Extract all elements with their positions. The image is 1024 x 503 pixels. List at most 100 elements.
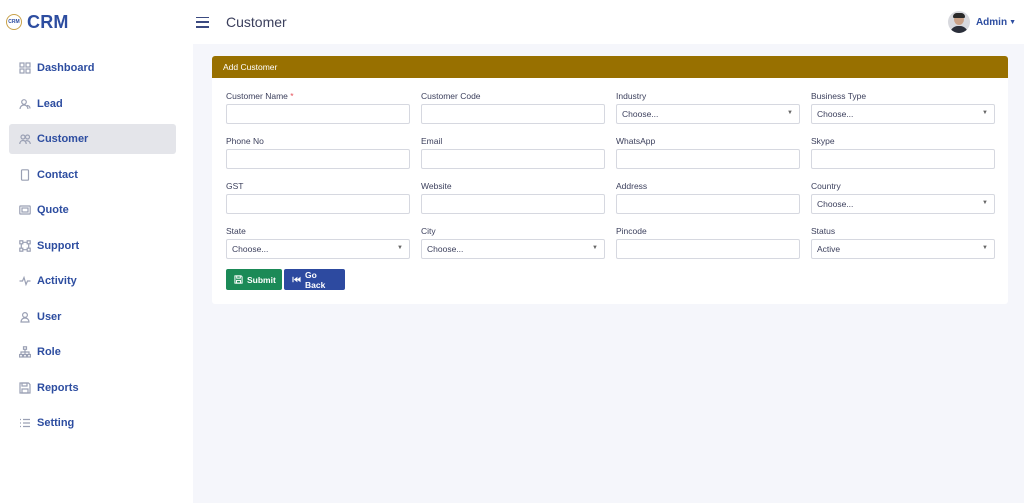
- sidebar-item-label: Role: [37, 346, 61, 358]
- top-header: Customer Admin ▼: [193, 0, 1024, 44]
- sidebar-item-support[interactable]: Support: [9, 231, 176, 261]
- activity-icon: [18, 275, 31, 288]
- industry-selected: Choose...: [622, 109, 659, 119]
- sidebar-item-setting[interactable]: Setting: [9, 408, 176, 438]
- avatar: [947, 11, 970, 33]
- address-input[interactable]: [616, 194, 800, 214]
- user-menu[interactable]: Admin ▼: [947, 11, 1016, 33]
- brand[interactable]: CRM CRM: [0, 0, 193, 44]
- sidebar-item-label: Activity: [37, 275, 77, 287]
- city-select[interactable]: Choose... ▼: [421, 239, 605, 259]
- submit-button[interactable]: Submit: [226, 269, 282, 290]
- caret-down-icon: ▼: [397, 245, 403, 251]
- sidebar-item-lead[interactable]: Lead: [9, 89, 176, 119]
- sidebar-item-role[interactable]: Role: [9, 337, 176, 367]
- sidebar-item-label: Support: [37, 239, 80, 252]
- sidebar-nav: Dashboard Lead Customer Contact Quote Su…: [9, 53, 176, 444]
- business-type-field: Business Type Choose... ▼: [811, 91, 995, 124]
- caret-down-icon: ▼: [982, 200, 988, 206]
- go-back-button[interactable]: Go Back: [284, 269, 345, 290]
- customer-name-label: Customer Name *: [226, 91, 294, 101]
- save-icon: [234, 275, 243, 284]
- industry-field: Industry Choose... ▼: [616, 91, 800, 124]
- pincode-label: Pincode: [616, 226, 647, 236]
- sidebar-item-contact[interactable]: Contact: [9, 160, 176, 190]
- website-label: Website: [421, 181, 452, 191]
- gst-input[interactable]: [226, 194, 410, 214]
- skype-field: Skype: [811, 136, 995, 169]
- sidebar-item-quote[interactable]: Quote: [9, 195, 176, 225]
- user-icon: [18, 310, 31, 323]
- state-field: State Choose... ▼: [226, 226, 410, 259]
- country-selected: Choose...: [817, 199, 854, 209]
- card-icon: [18, 204, 31, 217]
- status-field: Status Active ▼: [811, 226, 995, 259]
- sidebar-item-label: Setting: [37, 417, 75, 429]
- email-label: Email: [421, 136, 443, 146]
- skype-input[interactable]: [811, 149, 995, 169]
- status-select[interactable]: Active ▼: [811, 239, 995, 259]
- submit-label: Submit: [247, 274, 276, 285]
- state-select[interactable]: Choose... ▼: [226, 239, 410, 259]
- address-field: Address: [616, 181, 800, 214]
- city-label: City: [421, 226, 436, 236]
- sidebar-item-user[interactable]: User: [9, 302, 176, 332]
- sidebar-item-label: Dashboard: [37, 62, 95, 74]
- frame-icon: [18, 239, 31, 252]
- pincode-field: Pincode: [616, 226, 800, 259]
- rewind-icon: [292, 275, 301, 284]
- caret-down-icon: ▼: [982, 245, 988, 251]
- menu-icon[interactable]: [196, 16, 209, 28]
- crm-logo-icon: CRM: [6, 14, 22, 30]
- caret-down-icon: ▼: [787, 110, 793, 116]
- business-type-select[interactable]: Choose... ▼: [811, 104, 995, 124]
- whatsapp-label: WhatsApp: [616, 136, 656, 146]
- add-customer-card: Add Customer Customer Name * Customer Co…: [212, 56, 1008, 304]
- phone-icon: [18, 168, 31, 181]
- website-input[interactable]: [421, 194, 605, 214]
- card-title: Add Customer: [212, 56, 1008, 78]
- phone-no-field: Phone No: [226, 136, 410, 169]
- sidebar-item-label: User: [37, 310, 62, 323]
- country-label: Country: [811, 181, 841, 191]
- business-type-selected: Choose...: [817, 109, 854, 119]
- caret-down-icon: ▼: [592, 245, 598, 251]
- sidebar-item-reports[interactable]: Reports: [9, 373, 176, 403]
- email-input[interactable]: [421, 149, 605, 169]
- state-label: State: [226, 226, 246, 236]
- whatsapp-field: WhatsApp: [616, 136, 800, 169]
- whatsapp-input[interactable]: [616, 149, 800, 169]
- customer-name-input[interactable]: [226, 104, 410, 124]
- users-icon: [18, 97, 31, 110]
- sidebar-item-activity[interactable]: Activity: [9, 266, 176, 296]
- country-field: Country Choose... ▼: [811, 181, 995, 214]
- form-actions: Submit Go Back: [226, 269, 347, 290]
- required-mark: *: [290, 91, 294, 101]
- industry-select[interactable]: Choose... ▼: [616, 104, 800, 124]
- phone-no-input[interactable]: [226, 149, 410, 169]
- customer-code-input[interactable]: [421, 104, 605, 124]
- user-name: Admin: [975, 16, 1008, 28]
- phone-no-label: Phone No: [226, 136, 264, 146]
- caret-down-icon: ▼: [1009, 18, 1016, 26]
- caret-down-icon: ▼: [982, 110, 988, 116]
- website-field: Website: [421, 181, 605, 214]
- list-icon: [18, 417, 31, 430]
- industry-label: Industry: [616, 91, 647, 101]
- sidebar-item-dashboard[interactable]: Dashboard: [9, 53, 176, 83]
- skype-label: Skype: [811, 136, 835, 146]
- gst-label: GST: [226, 181, 244, 191]
- customer-code-label: Customer Code: [421, 91, 481, 101]
- sidebar-item-customer[interactable]: Customer: [9, 124, 176, 154]
- email-field: Email: [421, 136, 605, 169]
- state-selected: Choose...: [232, 244, 269, 254]
- brand-name: CRM: [27, 11, 69, 32]
- hierarchy-icon: [18, 346, 31, 359]
- customer-name-field: Customer Name *: [226, 91, 410, 124]
- address-label: Address: [616, 181, 648, 191]
- sidebar-item-label: Reports: [37, 381, 79, 394]
- country-select[interactable]: Choose... ▼: [811, 194, 995, 214]
- gst-field: GST: [226, 181, 410, 214]
- users-group-icon: [18, 133, 31, 146]
- pincode-input[interactable]: [616, 239, 800, 259]
